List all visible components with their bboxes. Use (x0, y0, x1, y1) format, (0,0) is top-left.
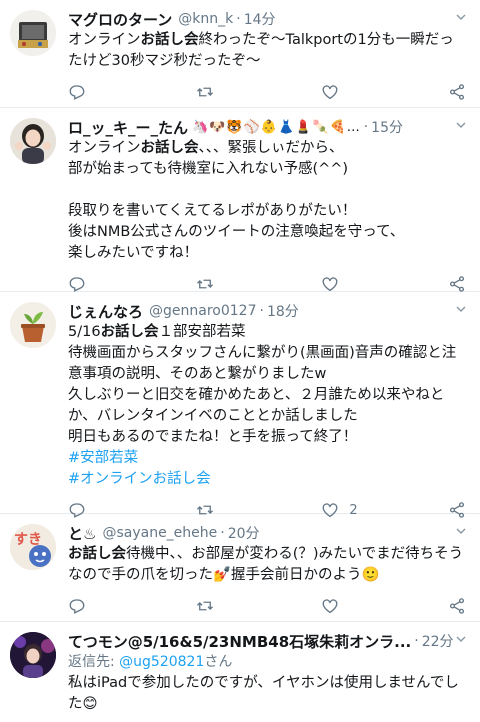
tweet-text: お話し会待機中、、お部屋が変わる(？)みたいでまだ待ちそうなので手の爪を切った💅… (68, 546, 464, 583)
caret-down-icon[interactable] (456, 304, 466, 314)
retweet-button[interactable] (195, 597, 265, 615)
timestamp[interactable]: 20分 (228, 523, 260, 543)
tweet-text: 私はiPadで参加したのですが、イヤホンは使用しませんでした😊 (68, 675, 459, 712)
like-button[interactable] (321, 275, 391, 293)
user-name-emojis: 🦄🐶🐯⚾👶👗💄🍡🍕… (192, 119, 361, 135)
user-handle[interactable]: @gennaro0127 (149, 303, 256, 319)
caret-down-icon[interactable] (456, 120, 466, 130)
tweet-header: マグロのターン @knn_k · 14分 (68, 8, 466, 30)
tweet-actions (68, 586, 466, 626)
share-button[interactable] (448, 597, 466, 615)
tweet-header: じぇんなろ @gennaro0127 · 18分 (68, 300, 466, 322)
separator-dot: · (220, 525, 225, 541)
hashtag-link[interactable]: #オンラインお話し会 (68, 469, 466, 490)
tweet-header: てつモン@5/16&5/23NMB48石塚朱莉オンラ... · 22分 (68, 630, 466, 652)
retweet-button[interactable] (195, 275, 265, 293)
tweet-header: と♨ @sayane_ehehe · 20分 (68, 522, 466, 544)
tweet[interactable]: すき と♨ @sayane_ehehe · 20分 お話し会待機中、、お部屋が変… (0, 514, 480, 622)
reply-button[interactable] (68, 597, 138, 615)
like-icon (322, 599, 338, 614)
tweet-actions (68, 72, 466, 112)
tweet-text: 5/16お話し会１部安部若菜 待機画面からスタッフさんに繋がり(黒画面)音声の確… (68, 324, 457, 445)
reply-icon (69, 599, 85, 614)
user-handle[interactable]: @sayane_ehehe (102, 525, 217, 541)
reply-icon (69, 277, 85, 292)
avatar[interactable] (10, 302, 56, 348)
caret-down-icon[interactable] (456, 634, 466, 644)
share-icon (449, 598, 465, 614)
like-button[interactable] (321, 597, 391, 615)
like-button[interactable] (321, 83, 391, 101)
user-name[interactable]: じぇんなろ (68, 301, 143, 322)
separator-dot: · (236, 11, 241, 27)
tweet-header: ロ_ッ_キ_ー_たん 🦄🐶🐯⚾👶👗💄🍡🍕… · 15分 (68, 116, 466, 138)
tweet[interactable]: てつモン@5/16&5/23NMB48石塚朱莉オンラ... · 22分 返信先:… (0, 622, 480, 722)
tweet[interactable]: マグロのターン @knn_k · 14分 オンラインお話し会終わったぞ〜Talk… (0, 0, 480, 108)
mention-link[interactable]: @ug520821 (119, 654, 204, 670)
retweet-icon (196, 601, 213, 611)
reply-icon (69, 85, 85, 100)
reply-button[interactable] (68, 83, 138, 101)
timestamp[interactable]: 18分 (267, 301, 299, 321)
share-button[interactable] (448, 275, 466, 293)
like-icon (322, 277, 338, 292)
timestamp[interactable]: 22分 (422, 631, 454, 651)
avatar[interactable] (10, 632, 56, 678)
tweet[interactable]: じぇんなろ @gennaro0127 · 18分 5/16お話し会１部安部若菜 … (0, 292, 480, 518)
retweet-icon (196, 279, 213, 289)
caret-down-icon[interactable] (456, 526, 466, 536)
timeline-feed: マグロのターン @knn_k · 14分 オンラインお話し会終わったぞ〜Talk… (0, 0, 480, 722)
user-name[interactable]: ロ_ッ_キ_ー_たん (68, 117, 188, 138)
separator-dot: · (414, 633, 419, 649)
share-icon (449, 276, 465, 292)
tweet-text: オンラインお話し会終わったぞ〜Talkportの1分も一瞬だったけど30秒マジ秒… (68, 32, 454, 69)
user-name[interactable]: と♨ (68, 523, 96, 544)
caret-down-icon[interactable] (456, 12, 466, 22)
share-icon (449, 84, 465, 100)
timestamp[interactable]: 14分 (244, 9, 276, 29)
timestamp[interactable]: 15分 (371, 117, 403, 137)
like-icon (322, 85, 338, 100)
user-handle[interactable]: @knn_k (178, 11, 233, 27)
retweet-icon (196, 87, 213, 97)
separator-dot: · (259, 303, 264, 319)
reply-button[interactable] (68, 275, 138, 293)
avatar[interactable] (10, 10, 56, 56)
avatar[interactable]: すき (10, 524, 56, 570)
share-button[interactable] (448, 83, 466, 101)
reply-to-line: 返信先: @ug520821さん (68, 654, 233, 670)
separator-dot: · (363, 119, 369, 135)
hashtag-link[interactable]: #安部若菜 (68, 448, 466, 469)
avatar[interactable] (10, 118, 56, 164)
tweet[interactable]: ロ_ッ_キ_ー_たん 🦄🐶🐯⚾👶👗💄🍡🍕… · 15分 オンラインお話し会、、、… (0, 108, 480, 292)
retweet-button[interactable] (195, 83, 265, 101)
tweet-text: オンラインお話し会、、、緊張しぃだから、 部が始まっても待機室に入れない予感(^… (68, 140, 405, 261)
user-name[interactable]: マグロのターン (68, 9, 172, 30)
user-name[interactable]: てつモン@5/16&5/23NMB48石塚朱莉オンラ... (68, 631, 411, 652)
